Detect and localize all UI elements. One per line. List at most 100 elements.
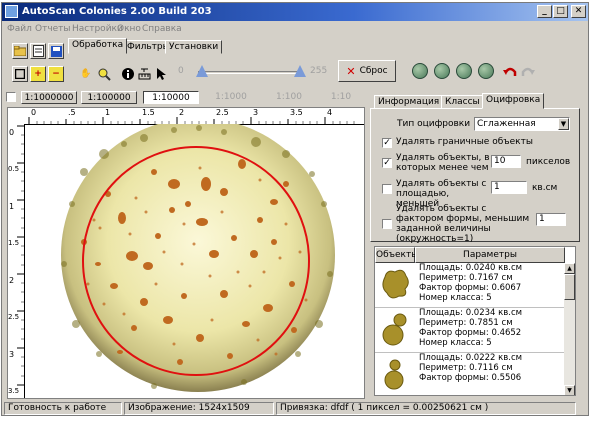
petri-dish-image[interactable] — [24, 124, 365, 399]
save-list-icon[interactable] — [30, 43, 46, 59]
table-row[interactable]: Площадь: 0.0240 кв.см Периметр: 0.7167 с… — [375, 263, 565, 308]
remove-icon[interactable]: − — [48, 66, 64, 82]
ruler-v-tick: 1 — [9, 202, 15, 211]
tab-digitization[interactable]: Оцифровка — [482, 93, 545, 109]
ruler-v-tick: 0 — [9, 128, 15, 137]
table-row[interactable]: Площадь: 0.0222 кв.см Периметр: 0.7116 с… — [375, 353, 565, 395]
scrollbar-thumb[interactable] — [564, 274, 575, 300]
tab-information[interactable]: Информация — [374, 95, 444, 109]
open-folder-icon[interactable] — [12, 43, 28, 59]
object-params: Площадь: 0.0240 кв.см Периметр: 0.7167 с… — [419, 263, 522, 303]
menu-settings[interactable]: Настройки — [72, 24, 123, 34]
form-threshold-input[interactable]: 1 — [536, 213, 566, 226]
scale-bar: 1:1000000 1:100000 1:10000 1:1000 1:100 … — [5, 90, 365, 105]
object-class: Номер класса: 5 — [419, 293, 492, 303]
undo-icon[interactable] — [502, 64, 518, 80]
measure-icon[interactable] — [136, 66, 152, 82]
tab-settings[interactable]: Установки — [165, 40, 223, 54]
scale-10: 1:10 — [330, 92, 352, 102]
info-icon[interactable] — [120, 66, 136, 82]
slider-min-label: 0 — [178, 66, 184, 76]
object-form-factor: Фактор формы: 0.4652 — [419, 328, 522, 338]
menu-help[interactable]: Справка — [142, 24, 182, 34]
column-header-parameters[interactable]: Параметры — [415, 247, 565, 263]
table-row[interactable]: Площадь: 0.0234 кв.см Периметр: 0.7851 с… — [375, 308, 565, 353]
tool-circle-2-icon[interactable] — [434, 63, 450, 79]
reset-button[interactable]: ✕ Сброс — [338, 60, 396, 82]
pixels-threshold-input[interactable]: 10 — [491, 155, 521, 168]
object-perimeter: Периметр: 0.7116 см — [419, 363, 513, 373]
square-select-icon[interactable] — [12, 66, 28, 82]
area-threshold-input[interactable]: 1 — [491, 181, 527, 194]
slider-max-label: 255 — [310, 66, 328, 76]
remove-pixels-checkbox[interactable]: ✓ — [382, 158, 392, 168]
scroll-up-icon[interactable]: ▲ — [564, 263, 575, 274]
object-perimeter: Периметр: 0.7167 см — [419, 273, 513, 283]
remove-boundary-label: Удалять граничные объекты — [396, 137, 533, 147]
ruler-v-tick: 3 — [9, 350, 15, 359]
scroll-down-icon[interactable]: ▼ — [564, 385, 575, 395]
window-title: AutoScan Colonies 2.00 Build 203 — [22, 6, 212, 17]
threshold-slider-thumb-low[interactable] — [196, 65, 208, 77]
settings-panel: Информация Классы Оцифровка Тип оцифровк… — [370, 91, 580, 244]
horizontal-ruler: 0 .5 1 1.5 2 2.5 3 3.5 4 — [24, 108, 364, 125]
pointer-icon[interactable] — [153, 66, 169, 82]
close-button[interactable]: ✕ — [571, 5, 586, 18]
digitization-type-value: Сглаженная — [477, 119, 536, 129]
chevron-down-icon: ▼ — [558, 118, 569, 130]
save-disk-icon[interactable] — [48, 43, 64, 59]
status-bar: Готовность к работе Изображение: 1524x15… — [2, 401, 588, 415]
pixels-unit-label: пикселов — [526, 157, 571, 167]
remove-area-checkbox[interactable] — [382, 184, 392, 194]
remove-boundary-checkbox[interactable]: ✓ — [382, 138, 392, 148]
add-icon[interactable]: + — [30, 66, 46, 82]
menu-bar: Файл Отчеты Настройки Окно Справка — [2, 22, 588, 37]
threshold-slider-track[interactable] — [198, 71, 300, 74]
menu-reports[interactable]: Отчеты — [35, 24, 71, 34]
object-area: Площадь: 0.0240 кв.см — [419, 263, 523, 273]
remove-form-checkbox[interactable] — [382, 219, 392, 229]
scale-100000[interactable]: 1:100000 — [81, 91, 137, 104]
ruler-h-tick: 0 — [31, 108, 37, 117]
object-form-factor: Фактор формы: 0.6067 — [419, 283, 522, 293]
objects-table[interactable]: Объекты Параметры Площадь: 0.0240 кв.см … — [374, 246, 576, 396]
minimize-button[interactable]: _ — [537, 5, 552, 18]
threshold-slider-thumb-high[interactable] — [294, 65, 306, 77]
scale-100: 1:100 — [276, 92, 302, 102]
ruler-h-tick: 1.5 — [142, 108, 155, 117]
scale-10000[interactable]: 1:10000 — [143, 91, 199, 104]
dish-disc — [61, 124, 335, 392]
ruler-v-tick: 2 — [9, 276, 15, 285]
status-binding: Привязка: dfdf ( 1 пиксел = 0.00250621 с… — [276, 402, 576, 415]
scale-lock-checkbox[interactable] — [6, 92, 16, 102]
digitization-type-select[interactable]: Сглаженная ▼ — [474, 117, 570, 131]
menu-window[interactable]: Окно — [117, 24, 141, 34]
object-params: Площадь: 0.0234 кв.см Периметр: 0.7851 с… — [419, 308, 522, 348]
objects-scrollbar[interactable]: ▲ ▼ — [564, 263, 575, 395]
digitization-panel: Тип оцифровки Сглаженная ▼ ✓ Удалять гра… — [370, 108, 580, 244]
tab-classes[interactable]: Классы — [441, 95, 484, 109]
tool-circle-3-icon[interactable] — [456, 63, 472, 79]
maximize-button[interactable]: □ — [553, 5, 568, 18]
menu-file[interactable]: Файл — [7, 24, 32, 34]
object-perimeter: Периметр: 0.7851 см — [419, 318, 513, 328]
tool-circle-1-icon[interactable] — [412, 63, 428, 79]
tab-processing[interactable]: Обработка — [68, 38, 128, 54]
remove-form-label: Удалять объекты с фактором формы, меньши… — [396, 204, 530, 244]
scale-1000: 1:1000 — [215, 92, 247, 102]
object-params: Площадь: 0.0222 кв.см Периметр: 0.7116 с… — [419, 353, 522, 383]
main-window: AutoScan Colonies 2.00 Build 203 _ □ ✕ Ф… — [1, 2, 589, 416]
zoom-icon[interactable] — [96, 66, 112, 82]
image-viewport[interactable]: 0 .5 1 1.5 2 2.5 3 3.5 4 0 0.5 1 1.5 2 2… — [7, 107, 365, 399]
vertical-ruler: 0 0.5 1 1.5 2 2.5 3 3.5 — [8, 124, 25, 398]
remove-pixels-label: Удалять объекты, в которых менее чем — [396, 153, 490, 173]
ruler-h-tick: 1 — [105, 108, 111, 117]
scale-1000000[interactable]: 1:1000000 — [21, 91, 77, 104]
ruler-h-tick: .5 — [68, 108, 76, 117]
title-bar[interactable]: AutoScan Colonies 2.00 Build 203 _ □ ✕ — [2, 3, 588, 21]
hand-icon[interactable]: ✋ — [78, 66, 94, 82]
column-header-objects[interactable]: Объекты — [375, 247, 418, 263]
tool-circle-4-icon[interactable] — [478, 63, 494, 79]
toolbar-area: Обработка Фильтры Установки + − ✋ 0 255 … — [2, 38, 588, 90]
ruler-v-tick: 1.5 — [8, 239, 20, 247]
